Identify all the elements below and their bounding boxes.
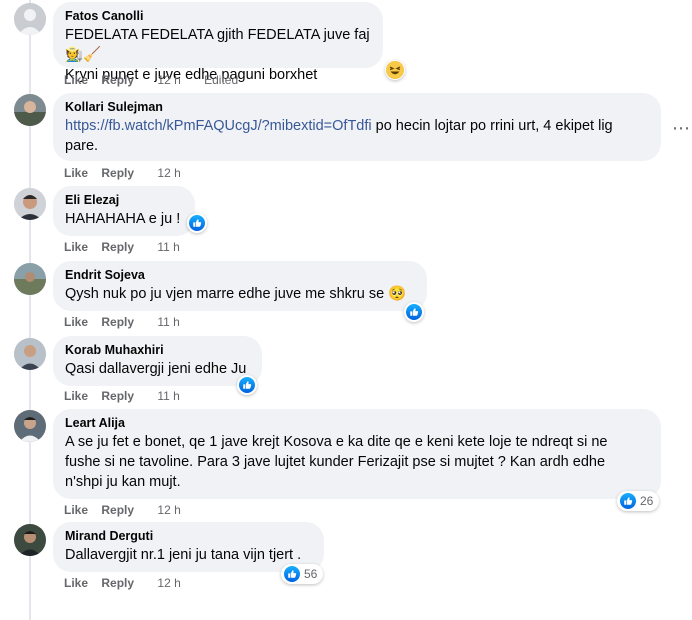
comment-text-line: A se ju fet e bonet, qe 1 jave krejt Kos… bbox=[65, 434, 608, 450]
reply-button[interactable]: Reply bbox=[101, 315, 134, 329]
comment-author[interactable]: Mirand Derguti bbox=[65, 528, 312, 545]
comment-text-line: Qasi dallavergji jeni edhe Ju bbox=[65, 361, 247, 377]
comment-text-line: https://fb.watch/kPmFAQUcgJ/?mibextid=Of… bbox=[65, 116, 649, 136]
comment-text-line: Dallavergjit nr.1 jeni ju tana vijn tjer… bbox=[65, 547, 302, 563]
comment-bubble: Eli Elezaj HAHAHAHA e ju ! bbox=[53, 186, 195, 236]
comment-timestamp[interactable]: 12 h bbox=[157, 73, 180, 87]
reaction-summary[interactable]: 56 bbox=[281, 564, 324, 584]
avatar[interactable] bbox=[14, 410, 46, 442]
comment-author[interactable]: Eli Elezaj bbox=[65, 192, 183, 209]
reply-button[interactable]: Reply bbox=[101, 166, 134, 180]
comment-link[interactable]: https://fb.watch/kPmFAQUcgJ/?mibextid=Of… bbox=[65, 118, 372, 134]
avatar[interactable] bbox=[14, 524, 46, 556]
like-icon bbox=[284, 566, 300, 582]
edited-label[interactable]: Edited bbox=[204, 73, 238, 87]
like-button[interactable]: Like bbox=[64, 315, 88, 329]
comment-text-line: pare. bbox=[65, 138, 99, 154]
comment-text-line: fushe si ne tavoline. Para 3 jave lujtet… bbox=[65, 454, 606, 470]
like-icon bbox=[189, 215, 205, 231]
haha-icon bbox=[386, 61, 404, 79]
like-button[interactable]: Like bbox=[64, 576, 88, 590]
comment-actions: Like Reply 11 h bbox=[64, 389, 200, 403]
comment-bubble: Korab Muhaxhiri Qasi dallavergji jeni ed… bbox=[53, 336, 262, 386]
reply-button[interactable]: Reply bbox=[101, 576, 134, 590]
avatar[interactable] bbox=[14, 188, 46, 220]
reaction-summary[interactable] bbox=[187, 213, 207, 233]
reply-button[interactable]: Reply bbox=[101, 503, 134, 517]
comment-timestamp[interactable]: 11 h bbox=[157, 315, 179, 329]
comment-actions: Like Reply 12 h bbox=[64, 166, 201, 180]
comment-bubble: Fatos Canolli FEDELATA FEDELATA gjith FE… bbox=[53, 2, 383, 83]
reaction-count: 26 bbox=[640, 494, 654, 508]
like-button[interactable]: Like bbox=[64, 240, 88, 254]
comment-author[interactable]: Endrit Sojeva bbox=[65, 267, 415, 284]
comment-timestamp[interactable]: 12 h bbox=[157, 503, 180, 517]
avatar[interactable] bbox=[14, 3, 46, 35]
reply-button[interactable]: Reply bbox=[101, 389, 134, 403]
like-button[interactable]: Like bbox=[64, 166, 88, 180]
comment-bubble: Kollari Sulejman https://fb.watch/kPmFAQ… bbox=[53, 93, 661, 161]
reaction-summary[interactable] bbox=[404, 302, 424, 322]
avatar[interactable] bbox=[14, 338, 46, 370]
like-icon bbox=[239, 377, 255, 393]
reaction-summary[interactable] bbox=[385, 60, 405, 80]
comment-timestamp[interactable]: 11 h bbox=[157, 389, 179, 403]
comment-actions: Like Reply 12 h bbox=[64, 576, 201, 590]
comment-bubble: Mirand Derguti Dallavergjit nr.1 jeni ju… bbox=[53, 522, 324, 572]
like-button[interactable]: Like bbox=[64, 389, 88, 403]
comment-timestamp[interactable]: 12 h bbox=[157, 576, 180, 590]
comment-timestamp[interactable]: 11 h bbox=[157, 240, 179, 254]
comment-actions: Like Reply 12 h bbox=[64, 503, 201, 517]
comment-text-line: Qysh nuk po ju vjen marre edhe juve me s… bbox=[65, 286, 407, 302]
like-button[interactable]: Like bbox=[64, 73, 88, 87]
comment-actions: Like Reply 12 h Edited bbox=[64, 73, 238, 87]
comment-author[interactable]: Korab Muhaxhiri bbox=[65, 342, 250, 359]
like-icon bbox=[406, 304, 422, 320]
comment-author[interactable]: Fatos Canolli bbox=[65, 8, 371, 25]
reaction-summary[interactable]: 26 bbox=[617, 491, 660, 511]
reply-button[interactable]: Reply bbox=[101, 73, 134, 87]
comment-text-line: HAHAHAHA e ju ! bbox=[65, 211, 181, 227]
comment-timestamp[interactable]: 12 h bbox=[157, 166, 180, 180]
comment-author[interactable]: Kollari Sulejman bbox=[65, 99, 649, 116]
reaction-summary[interactable] bbox=[237, 375, 257, 395]
reaction-count: 56 bbox=[304, 567, 318, 581]
more-options-icon[interactable]: ⋯ bbox=[672, 119, 691, 137]
comment-actions: Like Reply 11 h bbox=[64, 240, 200, 254]
comment-text: po hecin lojtar po rrini urt, 4 ekipet l… bbox=[371, 118, 613, 134]
comment-actions: Like Reply 11 h bbox=[64, 315, 200, 329]
comment-bubble: Leart Alija A se ju fet e bonet, qe 1 ja… bbox=[53, 409, 661, 499]
comment-text-line: n'shpi ju kan mujt. bbox=[65, 474, 181, 490]
comment-text-line: FEDELATA FEDELATA gjith FEDELATA juve fa… bbox=[65, 27, 370, 63]
like-icon bbox=[620, 493, 636, 509]
avatar[interactable] bbox=[14, 94, 46, 126]
reply-button[interactable]: Reply bbox=[101, 240, 134, 254]
comment-author[interactable]: Leart Alija bbox=[65, 415, 649, 432]
comment-bubble: Endrit Sojeva Qysh nuk po ju vjen marre … bbox=[53, 261, 427, 311]
like-button[interactable]: Like bbox=[64, 503, 88, 517]
avatar[interactable] bbox=[14, 263, 46, 295]
